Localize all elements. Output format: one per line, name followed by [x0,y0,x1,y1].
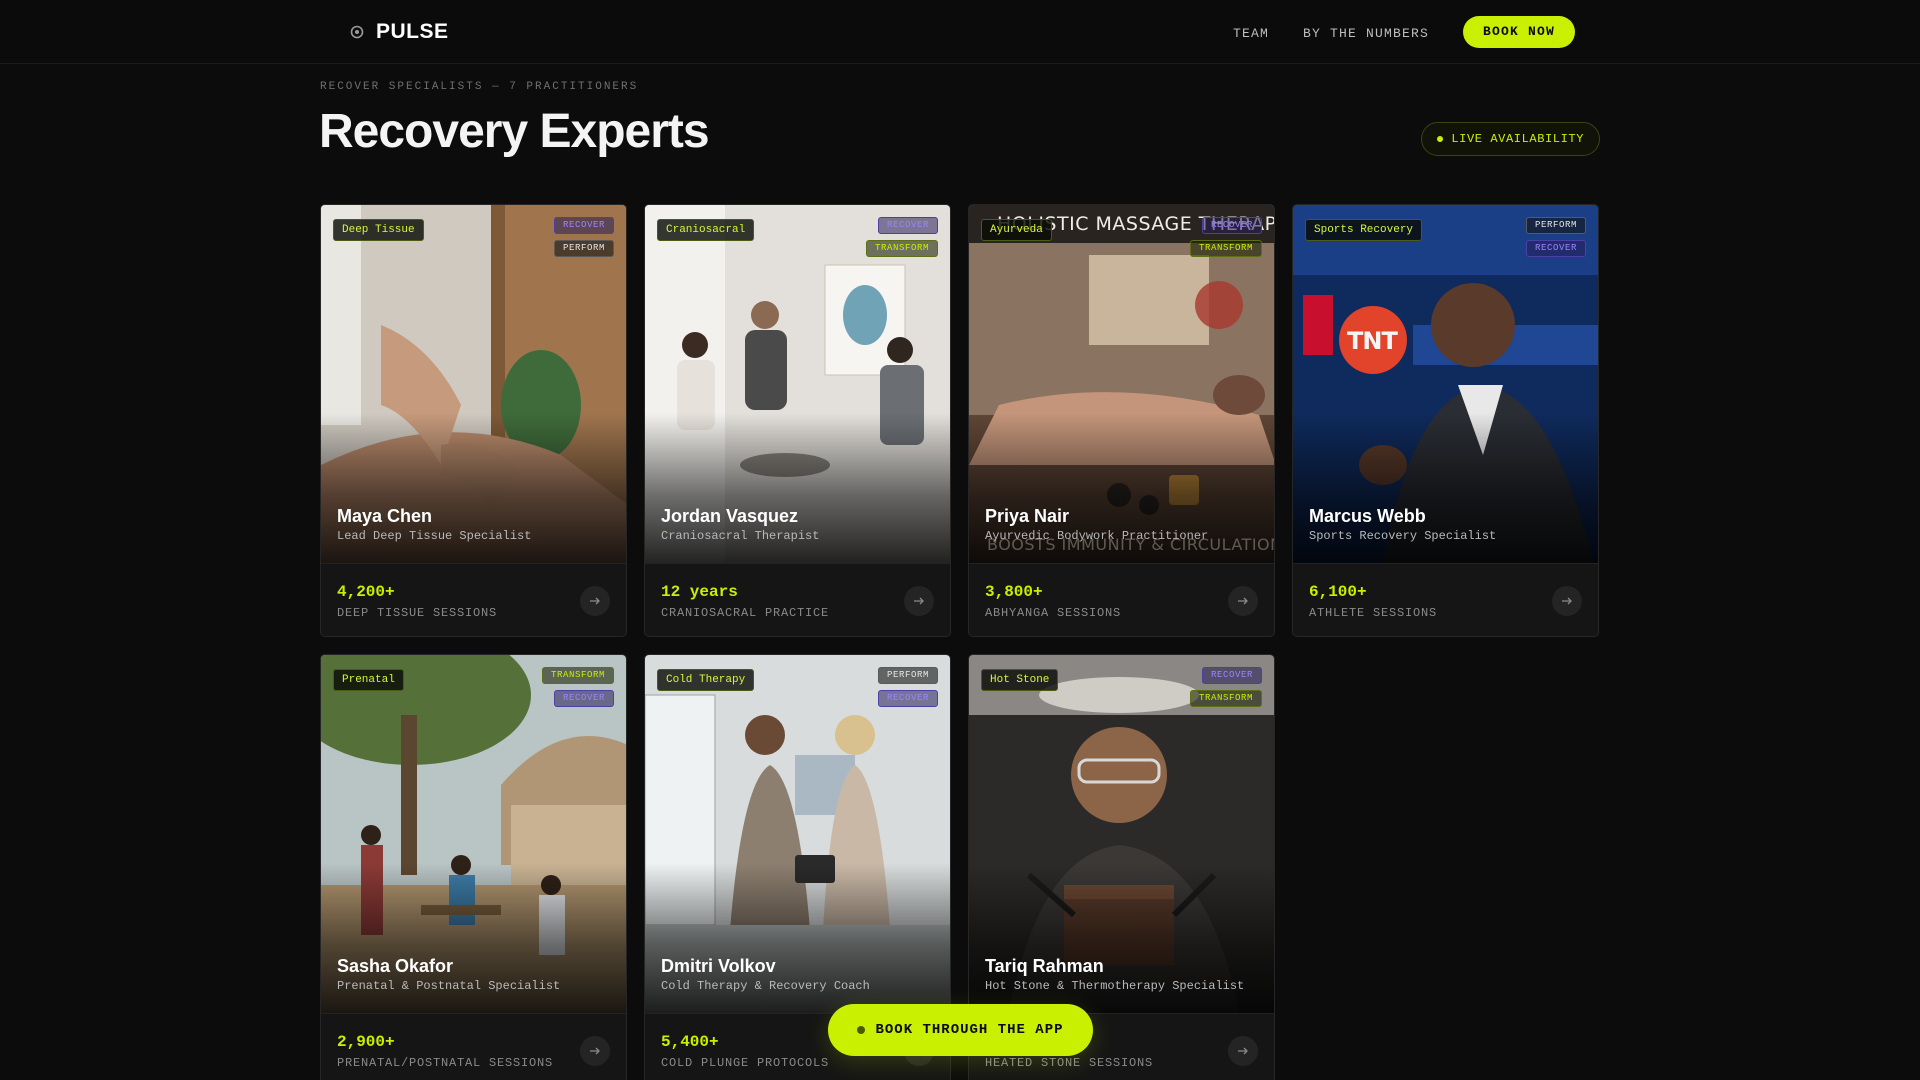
stat-label: ABHYANGA SESSIONS [985,606,1122,620]
stat-value: 2,900+ [337,1033,395,1051]
expert-card[interactable]: Craniosacral RECOVER TRANSFORM Jordan Va… [644,204,951,637]
arrow-right-icon [1238,597,1248,605]
expert-card[interactable]: Prenatal TRANSFORM RECOVER Sasha Okafor … [320,654,627,1080]
specialty-tag: Sports Recovery [1305,219,1423,241]
expert-name: Jordan Vasquez [661,506,799,526]
expert-role: Sports Recovery Specialist [1309,529,1497,543]
recover-badge: RECOVER [1525,240,1586,257]
transform-badge: TRANSFORM [865,240,938,257]
recover-badge: RECOVER [553,217,614,234]
perform-badge: PERFORM [1525,217,1586,234]
stat-label: CRANIOSACRAL PRACTICE [661,606,830,620]
page-title: Recovery Experts [319,105,710,158]
recover-badge: RECOVER [877,217,938,234]
brand-logo[interactable]: PULSE [350,20,449,44]
live-status-dot-icon [1437,136,1444,142]
perform-badge: PERFORM [877,667,938,684]
stat-value: 6,100+ [1309,583,1367,601]
expert-name: Priya Nair [985,506,1070,526]
specialty-tag: Prenatal [333,669,404,691]
stat-value: 12 years [661,583,738,601]
specialty-tag: Hot Stone [981,669,1059,691]
arrow-right-icon [590,597,600,605]
expert-name: Sasha Okafor [337,956,454,976]
live-availability-label: LIVE AVAILABILITY [1451,132,1584,146]
expert-name: Dmitri Volkov [661,956,776,976]
recover-badge: RECOVER [1201,217,1262,234]
stat-value: 5,400+ [661,1033,719,1051]
specialty-tag: Cold Therapy [657,669,755,691]
stat-label: HEATED STONE SESSIONS [985,1056,1154,1070]
stat-label: ATHLETE SESSIONS [1309,606,1438,620]
expert-name: Marcus Webb [1309,506,1426,526]
brand-name: PULSE [376,20,449,43]
expert-role: Craniosacral Therapist [661,529,820,543]
nav-link-team[interactable]: TEAM [1233,21,1269,47]
recover-badge: RECOVER [877,690,938,707]
specialty-tag: Deep Tissue [333,219,424,241]
stat-label: PRENATAL/POSTNATAL SESSIONS [337,1056,554,1070]
expert-card[interactable]: HOLISTIC MASSAGE THERAPY BOOSTS IMMUNITY… [968,204,1275,637]
specialty-tag: Ayurveda [981,219,1052,241]
transform-badge: TRANSFORM [1189,240,1262,257]
view-profile-button[interactable] [904,586,934,616]
expert-role: Prenatal & Postnatal Specialist [337,979,561,993]
view-profile-button[interactable] [580,586,610,616]
expert-card[interactable]: TNT Sports Recovery PERFORM RECOVER Marc… [1292,204,1599,637]
expert-role: Lead Deep Tissue Specialist [337,529,532,543]
section-eyebrow: RECOVER SPECIALISTS — 7 PRACTITIONERS [320,81,639,93]
book-through-app-button[interactable]: BOOK THROUGH THE APP [828,1004,1093,1056]
top-navigation: PULSE TEAM BY THE NUMBERS BOOK NOW [0,0,1920,64]
recover-badge: RECOVER [553,690,614,707]
nav-link-by-the-numbers[interactable]: BY THE NUMBERS [1303,21,1429,47]
specialty-tag: Craniosacral [657,219,755,241]
expert-name: Maya Chen [337,506,433,526]
arrow-right-icon [1562,597,1572,605]
book-now-button[interactable]: BOOK NOW [1462,16,1575,48]
expert-name: Tariq Rahman [985,956,1104,976]
transform-badge: TRANSFORM [1189,690,1262,707]
experts-grid: Deep Tissue RECOVER PERFORM Maya Chen Le… [320,204,1600,1080]
pulse-logo-icon [350,25,364,39]
arrow-right-icon [1238,1047,1248,1055]
expert-card[interactable]: Deep Tissue RECOVER PERFORM Maya Chen Le… [320,204,627,637]
stat-label: DEEP TISSUE SESSIONS [337,606,498,620]
live-availability-button[interactable]: LIVE AVAILABILITY [1421,122,1600,156]
expert-role: Cold Therapy & Recovery Coach [661,979,870,993]
perform-badge: PERFORM [553,240,614,257]
view-profile-button[interactable] [1228,1036,1258,1066]
tnt-logo: TNT [1347,327,1398,355]
view-profile-button[interactable] [580,1036,610,1066]
stat-label: COLD PLUNGE PROTOCOLS [661,1056,830,1070]
arrow-right-icon [590,1047,600,1055]
stat-value: 4,200+ [337,583,395,601]
stat-value: 3,800+ [985,583,1043,601]
view-profile-button[interactable] [1552,586,1582,616]
recover-badge: RECOVER [1201,667,1262,684]
transform-badge: TRANSFORM [541,667,614,684]
expert-role: Ayurvedic Bodywork Practitioner [985,529,1209,543]
arrow-right-icon [914,597,924,605]
app-dot-icon [857,1026,866,1034]
book-through-app-label: BOOK THROUGH THE APP [875,1022,1064,1038]
view-profile-button[interactable] [1228,586,1258,616]
expert-role: Hot Stone & Thermotherapy Specialist [985,979,1245,993]
